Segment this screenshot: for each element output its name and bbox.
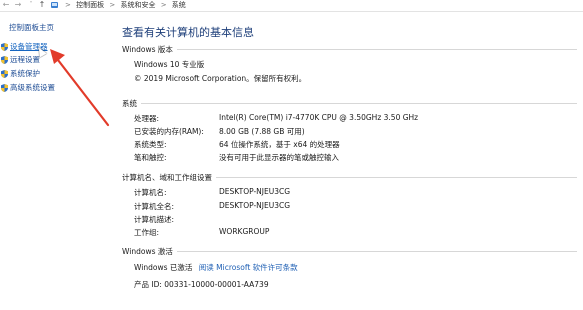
shield-icon [1,43,8,51]
info-value: 没有可用于此显示器的笔或触控输入 [219,153,339,162]
windows-edition-name: Windows 10 专业版 [134,60,205,69]
page-title: 查看有关计算机的基本信息 [122,26,254,39]
breadcrumb-system[interactable]: 系统 [172,1,186,9]
info-value: WORKGROUP [219,227,270,236]
shield-icon [1,70,8,78]
info-value: 64 位操作系统，基于 x64 的处理器 [219,140,340,149]
section-system: 系统 处理器: Intel(R) Core(TM) i7-4770K CPU @… [122,98,577,168]
info-key: 工作组: [134,228,160,237]
sidebar-home-link[interactable]: 控制面板主页 [9,22,54,33]
section-heading-text: 计算机名、域和工作组设置 [122,173,216,182]
info-key: 计算机全名: [134,202,175,211]
shield-icon [1,56,8,64]
breadcrumb-control-panel[interactable]: 控制面板 [76,1,104,9]
section-heading: Windows 版本 [122,44,577,54]
info-key: 系统类型: [134,140,167,149]
info-key: 计算机名: [134,188,167,197]
sidebar: 控制面板主页 设备管理器 远程设置 系统保护 高级系统设置 [0,12,110,310]
breadcrumb-separator: > [160,1,167,9]
activation-status: Windows 已激活 阅读 Microsoft 软件许可条款 [134,262,298,273]
arrow-up-icon[interactable]: ↑ [37,0,47,11]
license-terms-link[interactable]: 阅读 Microsoft 软件许可条款 [199,263,298,272]
info-key: 已安装的内存(RAM): [134,127,204,136]
section-heading: 计算机名、域和工作组设置 [122,172,577,182]
section-activation: Windows 激活 Windows 已激活 阅读 Microsoft 软件许可… [122,246,577,296]
info-key: 笔和触控: [134,153,167,162]
chevron-down-icon[interactable]: ˅ [26,0,36,11]
section-heading-text: Windows 版本 [122,45,177,54]
breadcrumb-separator: > [65,1,71,9]
arrow-left-icon[interactable]: ← [1,0,11,11]
info-key: 计算机描述: [134,215,175,224]
section-heading: 系统 [122,98,577,108]
section-computer-name: 计算机名、域和工作组设置 计算机名: DESKTOP-NJEU3CG 计算机全名… [122,172,577,242]
breadcrumb-separator: > [109,1,116,9]
control-panel-icon [51,2,58,8]
breadcrumb-system-security[interactable]: 系统和安全 [120,1,155,9]
section-windows-edition: Windows 版本 Windows 10 专业版 © 2019 Microso… [122,44,577,89]
sidebar-item-label: 高级系统设置 [10,83,55,92]
section-heading: Windows 激活 [122,246,577,256]
section-heading-text: 系统 [122,99,141,108]
info-value: DESKTOP-NJEU3CG [219,187,291,196]
activation-status-text: Windows 已激活 [134,263,193,272]
sidebar-item-label: 系统保护 [10,69,40,78]
info-value: Intel(R) Core(TM) i7-4770K CPU @ 3.50GHz… [219,113,419,122]
copyright-text: © 2019 Microsoft Corporation。保留所有权利。 [134,74,307,83]
arrow-right-icon[interactable]: → [13,0,23,11]
main-panel: 查看有关计算机的基本信息 Windows 版本 Windows 10 专业版 ©… [110,12,583,310]
breadcrumb: > 控制面板 > 系统和安全 > 系统 [62,0,186,11]
info-value: DESKTOP-NJEU3CG [219,201,291,210]
info-value: 8.00 GB (7.88 GB 可用) [219,127,305,136]
section-heading-text: Windows 激活 [122,247,177,256]
product-id: 产品 ID: 00331-10000-00001-AA739 [134,280,269,289]
address-bar: ← → ˅ ↑ > 控制面板 > 系统和安全 > 系统 [0,0,583,12]
shield-icon [1,84,8,92]
info-key: 处理器: [134,114,160,123]
sidebar-item-label: 远程设置 [10,55,40,64]
